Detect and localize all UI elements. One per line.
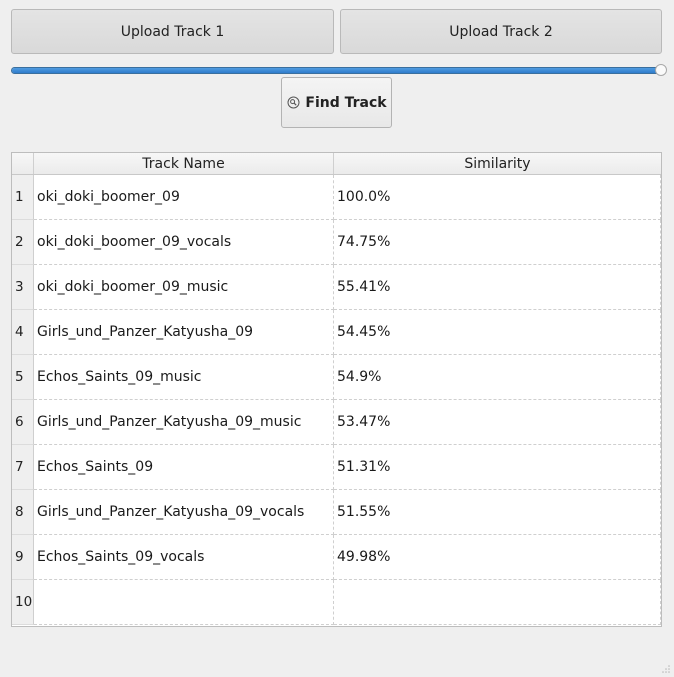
table-row[interactable]: 7 Echos_Saints_09 51.31% [12, 445, 661, 490]
track-name-cell[interactable]: Echos_Saints_09 [34, 445, 334, 490]
track-name-cell[interactable]: oki_doki_boomer_09_vocals [34, 220, 334, 265]
similarity-cell[interactable]: 54.45% [334, 310, 661, 355]
track-name-cell[interactable]: Echos_Saints_09_vocals [34, 535, 334, 580]
upload-track-2-button[interactable]: Upload Track 2 [340, 9, 662, 54]
row-number[interactable]: 9 [12, 535, 34, 580]
upload-track-1-label: Upload Track 1 [120, 23, 225, 40]
similarity-cell[interactable]: 53.47% [334, 400, 661, 445]
similarity-cell[interactable] [334, 580, 661, 625]
slider-handle[interactable] [655, 64, 667, 76]
column-header-similarity[interactable]: Similarity [334, 153, 661, 174]
track-name-cell[interactable]: oki_doki_boomer_09_music [34, 265, 334, 310]
table-row[interactable]: 1 oki_doki_boomer_09 100.0% [12, 175, 661, 220]
table-row[interactable]: 2 oki_doki_boomer_09_vocals 74.75% [12, 220, 661, 265]
resize-grip-icon[interactable] [661, 664, 671, 674]
table-body: 1 oki_doki_boomer_09 100.0% 2 oki_doki_boome… [12, 175, 661, 625]
row-number[interactable]: 1 [12, 175, 34, 220]
upload-track-2-label: Upload Track 2 [449, 23, 553, 40]
track-name-cell[interactable]: Girls_und_Panzer_Katyusha_09_vocals [34, 490, 334, 535]
similarity-cell[interactable]: 100.0% [334, 175, 661, 220]
similarity-cell[interactable]: 51.55% [334, 490, 661, 535]
track-name-cell[interactable]: Echos_Saints_09_music [34, 355, 334, 400]
row-number[interactable]: 10 [12, 580, 34, 625]
track-name-cell[interactable]: Girls_und_Panzer_Katyusha_09 [34, 310, 334, 355]
row-number[interactable]: 4 [12, 310, 34, 355]
table-row[interactable]: 6 Girls_und_Panzer_Katyusha_09_music 53.47… [12, 400, 661, 445]
table-row[interactable]: 8 Girls_und_Panzer_Katyusha_09_vocals 51.5… [12, 490, 661, 535]
similarity-cell[interactable]: 51.31% [334, 445, 661, 490]
similarity-cell[interactable]: 54.9% [334, 355, 661, 400]
row-number[interactable]: 6 [12, 400, 34, 445]
row-number[interactable]: 2 [12, 220, 34, 265]
similarity-cell[interactable]: 74.75% [334, 220, 661, 265]
table-corner[interactable] [12, 153, 34, 174]
track-name-cell[interactable]: oki_doki_boomer_09 [34, 175, 334, 220]
row-number[interactable]: 8 [12, 490, 34, 535]
track-name-cell[interactable]: Girls_und_Panzer_Katyusha_09_music [34, 400, 334, 445]
find-track-label: Find Track [305, 94, 387, 111]
row-number[interactable]: 5 [12, 355, 34, 400]
column-header-track-name[interactable]: Track Name [34, 153, 334, 174]
find-track-button[interactable]: Find Track [281, 77, 392, 128]
track-name-cell[interactable] [34, 580, 334, 625]
upload-track-1-button[interactable]: Upload Track 1 [11, 9, 334, 54]
row-number[interactable]: 7 [12, 445, 34, 490]
table-row[interactable]: 4 Girls_und_Panzer_Katyusha_09 54.45% [12, 310, 661, 355]
table-row[interactable]: 9 Echos_Saints_09_vocals 49.98% [12, 535, 661, 580]
table-header: Track Name Similarity [12, 153, 661, 175]
results-table: Track Name Similarity 1 oki_doki_boomer_0… [11, 152, 662, 627]
search-icon [286, 96, 300, 110]
table-row[interactable]: 5 Echos_Saints_09_music 54.9% [12, 355, 661, 400]
table-row[interactable]: 3 oki_doki_boomer_09_music 55.41% [12, 265, 661, 310]
similarity-cell[interactable]: 49.98% [334, 535, 661, 580]
similarity-cell[interactable]: 55.41% [334, 265, 661, 310]
slider-fill [12, 68, 661, 73]
row-number[interactable]: 3 [12, 265, 34, 310]
table-row[interactable]: 10 [12, 580, 661, 625]
progress-slider[interactable] [11, 64, 667, 76]
